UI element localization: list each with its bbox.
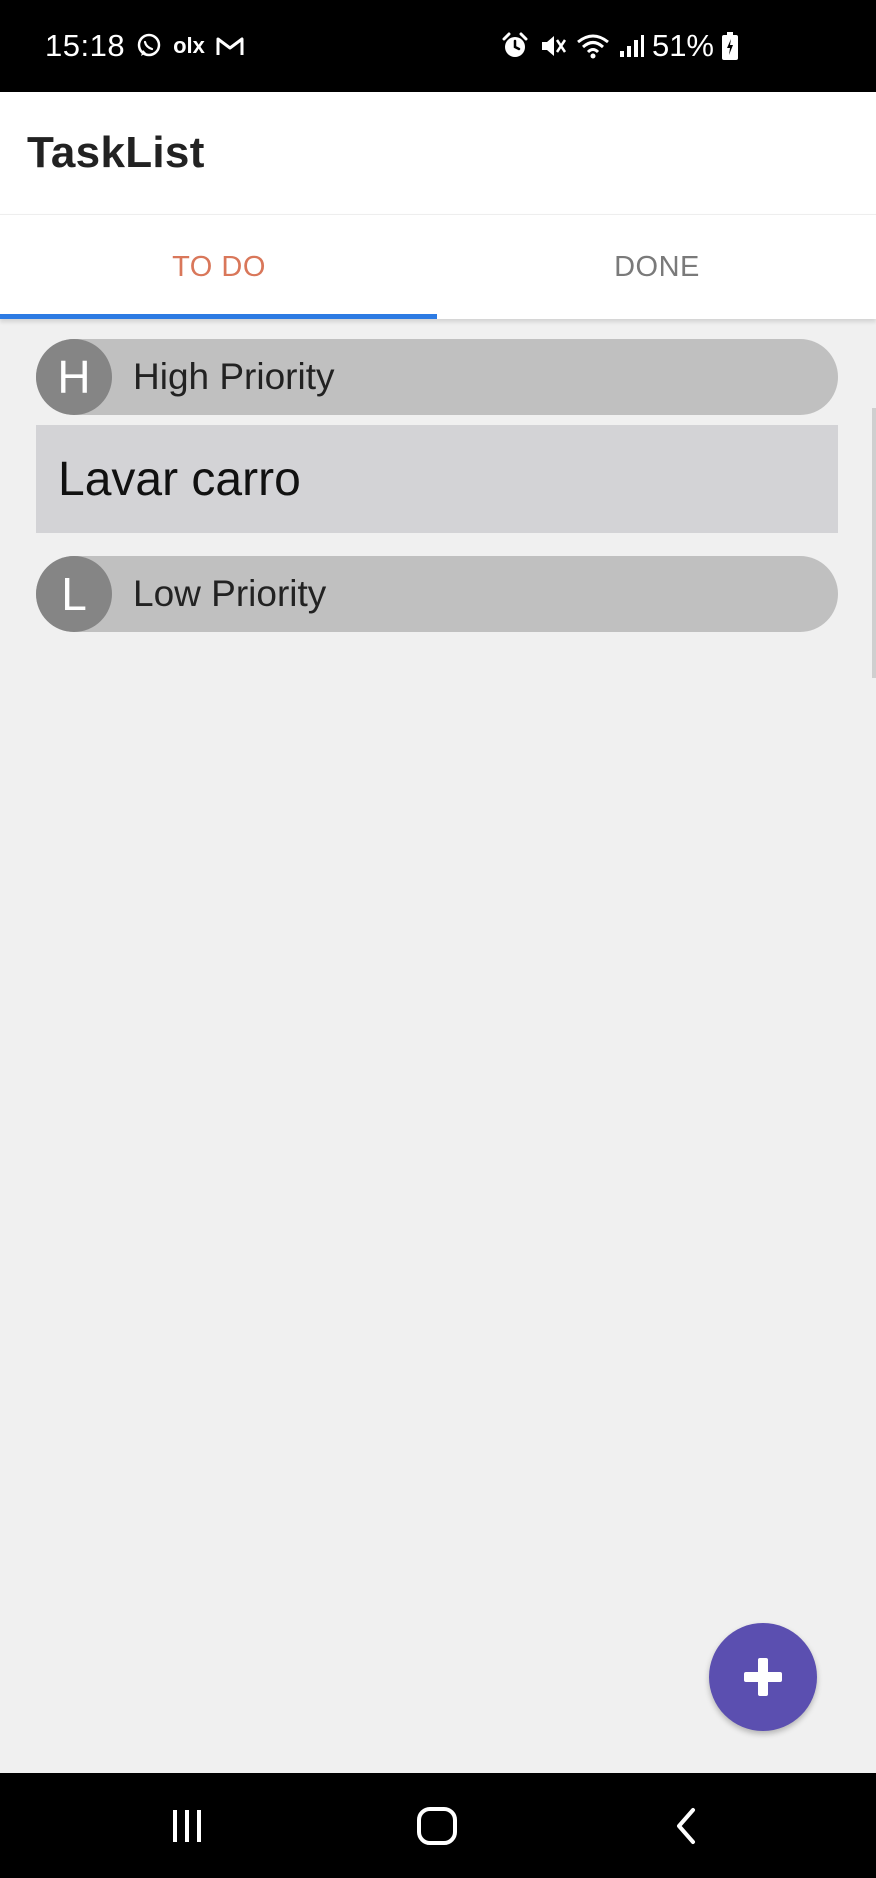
status-time: 15:18 xyxy=(45,28,126,63)
priority-badge-high: H xyxy=(36,339,112,415)
wifi-icon xyxy=(576,32,610,60)
recents-icon xyxy=(167,1806,207,1846)
signal-icon xyxy=(618,33,644,59)
add-task-button[interactable] xyxy=(709,1623,817,1731)
home-icon xyxy=(415,1804,459,1848)
battery-icon xyxy=(722,32,738,60)
task-item[interactable]: Lavar carro xyxy=(36,425,838,533)
group-header-low-priority[interactable]: L Low Priority xyxy=(36,556,838,632)
app-bar: TaskList xyxy=(0,92,876,214)
home-button[interactable] xyxy=(377,1773,497,1878)
recents-button[interactable] xyxy=(127,1773,247,1878)
mute-icon xyxy=(538,31,568,61)
group-label-high: High Priority xyxy=(133,356,335,397)
tab-indicator xyxy=(0,314,437,319)
back-button[interactable] xyxy=(627,1773,747,1878)
status-bar: 15:18 olx 51% xyxy=(0,0,876,92)
navigation-bar xyxy=(0,1773,876,1878)
gmail-icon xyxy=(215,34,245,58)
app-title: TaskList xyxy=(27,128,205,177)
scrollbar[interactable] xyxy=(872,408,876,678)
task-label: Lavar carro xyxy=(58,452,301,506)
status-bar-right: 51% xyxy=(500,0,738,92)
alarm-icon xyxy=(500,31,530,61)
whatsapp-icon xyxy=(135,32,163,60)
olx-icon: olx xyxy=(173,33,205,58)
status-bar-left: 15:18 olx xyxy=(45,0,245,92)
back-icon xyxy=(667,1806,707,1846)
tab-bar: TO DO DONE xyxy=(0,214,876,319)
plus-icon xyxy=(741,1655,785,1699)
group-label-low: Low Priority xyxy=(133,573,327,614)
battery-percent: 51% xyxy=(651,28,714,63)
tab-todo[interactable]: TO DO xyxy=(0,215,438,319)
group-header-high-priority[interactable]: H High Priority xyxy=(36,339,838,415)
tab-done[interactable]: DONE xyxy=(438,215,876,319)
priority-badge-low: L xyxy=(36,556,112,632)
